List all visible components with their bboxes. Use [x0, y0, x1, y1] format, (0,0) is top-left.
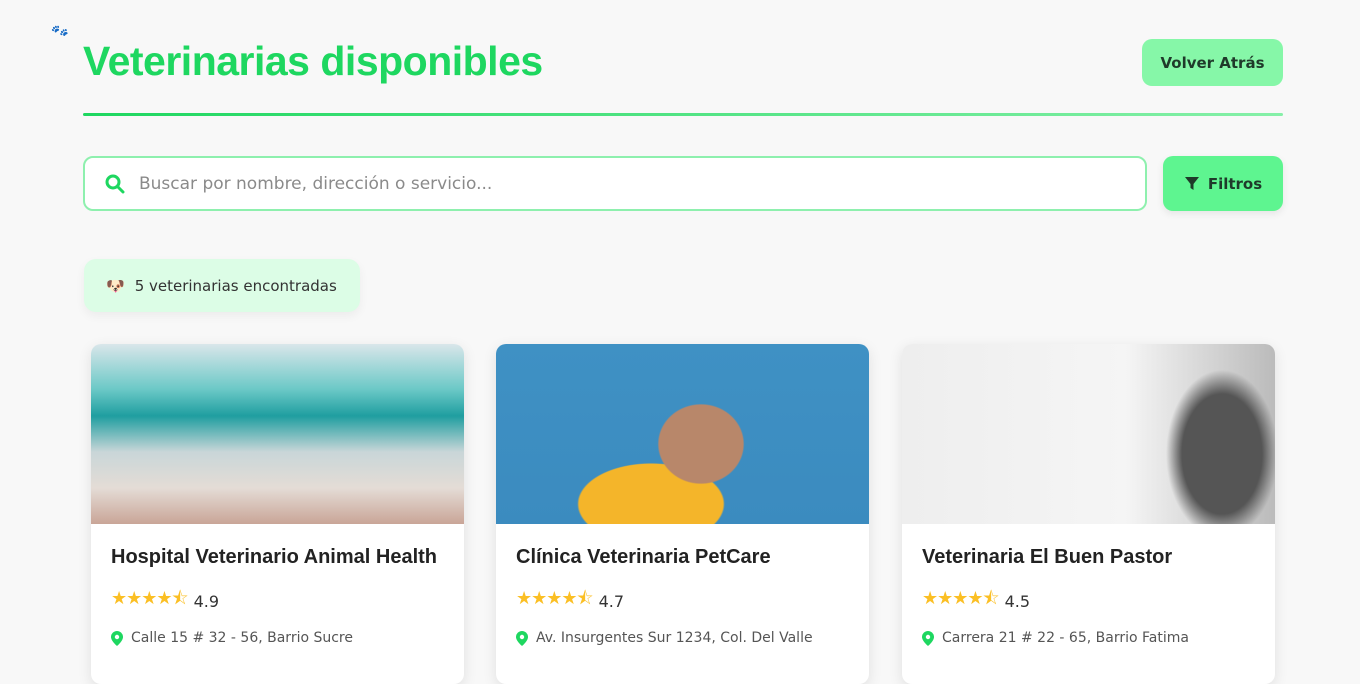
back-button[interactable]: Volver Atrás — [1142, 39, 1283, 86]
filters-button[interactable]: Filtros — [1163, 156, 1283, 211]
vet-card[interactable]: Clínica Veterinaria PetCare ★★★★⯪ 4.7 Av.… — [496, 344, 869, 684]
vet-address: Av. Insurgentes Sur 1234, Col. Del Valle — [536, 630, 813, 646]
vet-card-image — [902, 344, 1275, 524]
vet-card-image — [496, 344, 869, 524]
rating-value: 4.5 — [1004, 591, 1031, 611]
rating-stars-icon: ★★★★⯪ — [516, 588, 594, 609]
location-pin-icon — [922, 630, 934, 646]
vet-name: Hospital Veterinario Animal Health — [111, 546, 438, 568]
rating-value: 4.7 — [598, 591, 625, 611]
title-divider — [83, 113, 1283, 116]
vet-card-image — [91, 344, 464, 524]
rating-value: 4.9 — [193, 591, 220, 611]
search-input[interactable] — [139, 173, 1039, 194]
rating-stars-icon: ★★★★⯪ — [922, 588, 1000, 609]
results-count-badge: 🐶 5 veterinarias encontradas — [84, 259, 360, 312]
dog-icon: 🐶 — [106, 276, 125, 295]
search-icon — [105, 174, 125, 193]
vet-address: Calle 15 # 32 - 56, Barrio Sucre — [131, 630, 353, 646]
filter-icon — [1184, 176, 1199, 190]
vet-card[interactable]: Veterinaria El Buen Pastor ★★★★⯪ 4.5 Carr… — [902, 344, 1275, 684]
paw-icon: 🐾 — [49, 21, 71, 42]
results-count-text: 5 veterinarias encontradas — [134, 276, 337, 295]
vet-name: Veterinaria El Buen Pastor — [922, 546, 1173, 568]
page-title: Veterinarias disponibles — [83, 38, 543, 84]
location-pin-icon — [111, 630, 123, 646]
vet-name: Clínica Veterinaria PetCare — [516, 546, 771, 568]
filters-label: Filtros — [1207, 174, 1263, 193]
rating-stars-icon: ★★★★⯪ — [111, 588, 189, 609]
vet-address: Carrera 21 # 22 - 65, Barrio Fatima — [942, 630, 1189, 646]
search-bar — [83, 156, 1147, 211]
location-pin-icon — [516, 630, 528, 646]
vet-card[interactable]: Hospital Veterinario Animal Health ★★★★⯪… — [91, 344, 464, 684]
